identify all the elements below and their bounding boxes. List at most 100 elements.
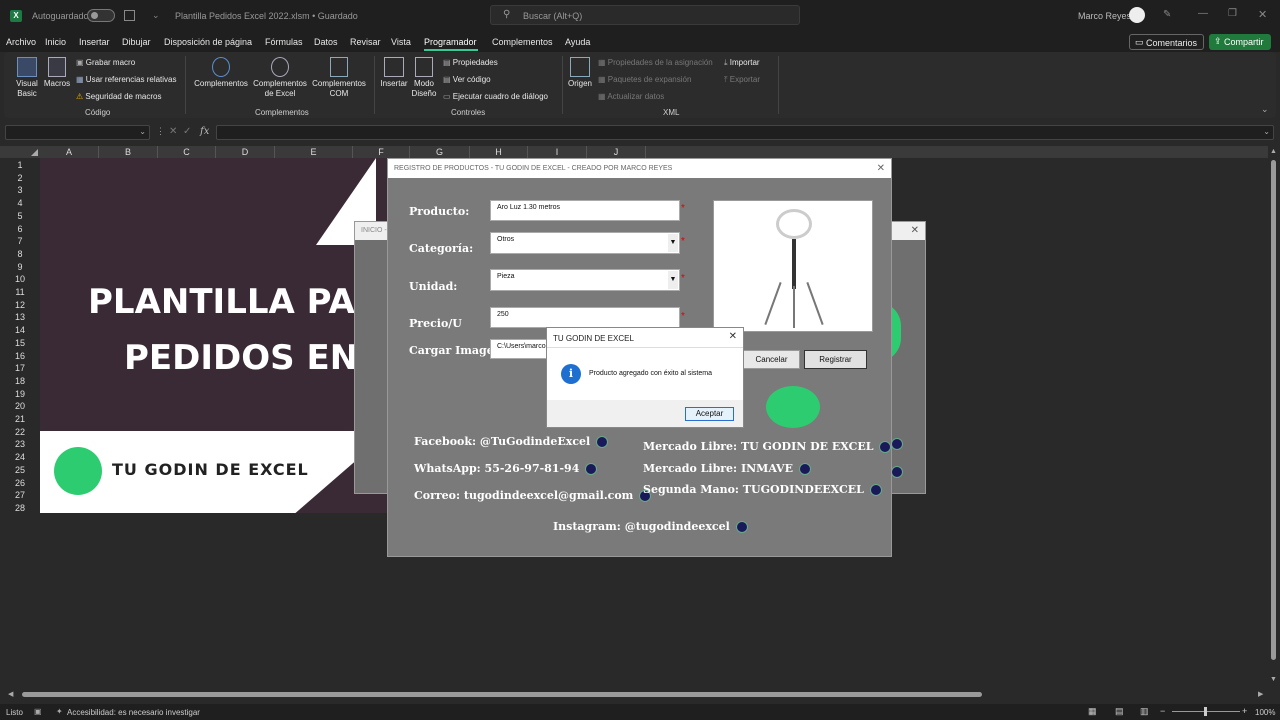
autosave-toggle[interactable] — [87, 9, 115, 22]
tab-programador[interactable]: Programador — [424, 37, 477, 47]
row-header[interactable]: 7 — [0, 235, 40, 248]
confirm-entry-icon[interactable]: ✓ — [183, 126, 191, 137]
tab-complementos[interactable]: Complementos — [492, 37, 553, 47]
scroll-right-icon[interactable]: ▶ — [1258, 690, 1263, 698]
xml-source-button[interactable]: Origen — [566, 57, 594, 89]
unidad-select[interactable]: Pieza ▼ — [490, 269, 680, 291]
row-header[interactable]: 18 — [0, 375, 40, 388]
precio-input[interactable]: 250 — [490, 307, 680, 328]
com-addins-button[interactable]: Complementos COM — [310, 57, 368, 99]
row-header[interactable]: 25 — [0, 464, 40, 477]
complementos-button[interactable]: Complementos — [192, 57, 250, 89]
column-header[interactable]: C — [158, 146, 216, 158]
row-header[interactable]: 28 — [0, 502, 40, 515]
ok-button[interactable]: Aceptar — [685, 407, 734, 421]
tab-revisar[interactable]: Revisar — [350, 37, 381, 47]
row-header[interactable]: 15 — [0, 337, 40, 350]
row-header[interactable]: 20 — [0, 400, 40, 413]
row-header[interactable]: 3 — [0, 184, 40, 197]
row-header[interactable]: 1 — [0, 159, 40, 172]
search-box[interactable]: ⚲ Buscar (Alt+Q) — [490, 5, 800, 25]
row-header[interactable]: 10 — [0, 273, 40, 286]
name-box[interactable]: ⌄ — [5, 125, 150, 140]
pen-icon[interactable]: ✎ — [1163, 9, 1171, 20]
maximize-icon[interactable]: ❐ — [1228, 8, 1237, 19]
share-button[interactable]: ⇪ Compartir — [1209, 34, 1271, 50]
categoria-select[interactable]: Otros ▼ — [490, 232, 680, 254]
function-icon[interactable]: fx — [200, 126, 209, 137]
row-header[interactable]: 9 — [0, 261, 40, 274]
row-header[interactable]: 5 — [0, 210, 40, 223]
expansion-packs-button[interactable]: ▦ Paquetes de expansión — [598, 75, 691, 84]
row-header[interactable]: 21 — [0, 413, 40, 426]
scroll-down-icon[interactable]: ▼ — [1270, 676, 1277, 683]
customize-qat-icon[interactable]: ⌄ — [152, 10, 160, 21]
run-dialog-button[interactable]: ▭ Ejecutar cuadro de diálogo — [443, 92, 548, 101]
horizontal-scrollbar[interactable]: ◀ ▶ — [0, 690, 1268, 700]
import-button[interactable]: ⤓ Importar — [724, 58, 760, 68]
form-close-icon[interactable]: ✕ — [877, 159, 885, 178]
view-code-button[interactable]: ▤ Ver código — [443, 75, 491, 84]
tab-datos[interactable]: Datos — [314, 37, 338, 47]
row-header[interactable]: 13 — [0, 311, 40, 324]
row-header[interactable]: 12 — [0, 299, 40, 312]
column-header[interactable]: E — [275, 146, 353, 158]
tab-dibujar[interactable]: Dibujar — [122, 37, 151, 47]
formula-input[interactable]: ⌄ — [216, 125, 1274, 140]
properties-button[interactable]: ▤ Propiedades — [443, 58, 498, 67]
vertical-scrollbar[interactable]: ▲ ▼ — [1268, 148, 1280, 688]
row-header[interactable]: 17 — [0, 362, 40, 375]
close-icon[interactable]: ✕ — [1258, 8, 1267, 21]
select-all-corner[interactable] — [0, 146, 40, 158]
horizontal-scroll-thumb[interactable] — [22, 692, 982, 697]
macro-record-icon[interactable]: ▣ — [34, 707, 42, 716]
cancel-button[interactable]: Cancelar — [743, 350, 800, 369]
row-header[interactable]: 14 — [0, 324, 40, 337]
accessibility-status[interactable]: Accesibilidad: es necesario investigar — [67, 708, 200, 717]
zoom-slider[interactable] — [1172, 707, 1240, 716]
row-header[interactable]: 24 — [0, 451, 40, 464]
macro-security-button[interactable]: ⚠ Seguridad de macros — [76, 92, 161, 101]
tab-formulas[interactable]: Fórmulas — [265, 37, 303, 47]
row-header[interactable]: 11 — [0, 286, 40, 299]
excel-addins-button[interactable]: Complementos de Excel — [251, 57, 309, 99]
row-header[interactable]: 8 — [0, 248, 40, 261]
row-header[interactable]: 4 — [0, 197, 40, 210]
column-header[interactable]: F — [353, 146, 410, 158]
design-mode-button[interactable]: Modo Diseño — [410, 57, 438, 99]
collapse-ribbon-icon[interactable]: ⌄ — [1261, 104, 1269, 115]
column-header[interactable]: G — [410, 146, 470, 158]
scroll-up-icon[interactable]: ▲ — [1270, 148, 1277, 155]
save-icon[interactable] — [124, 10, 135, 21]
row-header[interactable]: 6 — [0, 223, 40, 236]
row-header[interactable]: 22 — [0, 426, 40, 439]
row-header[interactable]: 26 — [0, 477, 40, 490]
relative-refs-button[interactable]: ▦ Usar referencias relativas — [76, 75, 177, 84]
row-header[interactable]: 27 — [0, 489, 40, 502]
imagen-path-input[interactable]: C:\Users\marco — [490, 339, 550, 359]
tab-inicio[interactable]: Inicio — [45, 37, 66, 47]
row-header[interactable]: 23 — [0, 438, 40, 451]
zoom-in-icon[interactable]: + — [1242, 706, 1247, 716]
tab-ayuda[interactable]: Ayuda — [565, 37, 590, 47]
producto-input[interactable]: Aro Luz 1.30 metros — [490, 200, 680, 221]
record-macro-button[interactable]: ▣ Grabar macro — [76, 58, 135, 67]
normal-view-icon[interactable]: ▦ — [1088, 706, 1097, 717]
column-header[interactable]: B — [99, 146, 158, 158]
zoom-out-icon[interactable]: − — [1160, 706, 1165, 716]
column-header[interactable]: A — [40, 146, 99, 158]
chevron-down-icon[interactable]: ▼ — [668, 234, 678, 252]
column-header[interactable]: D — [216, 146, 275, 158]
zoom-slider-thumb[interactable] — [1204, 707, 1207, 716]
tab-insertar[interactable]: Insertar — [79, 37, 110, 47]
msgbox-close-icon[interactable]: ✕ — [729, 331, 737, 342]
refresh-data-button[interactable]: ▦ Actualizar datos — [598, 92, 664, 101]
visual-basic-button[interactable]: Visual Basic — [12, 57, 42, 99]
file-name[interactable]: Plantilla Pedidos Excel 2022.xlsm • Guar… — [175, 11, 358, 21]
minimize-icon[interactable]: — — [1198, 8, 1208, 19]
cancel-entry-icon[interactable]: ✕ — [169, 126, 177, 137]
register-button[interactable]: Registrar — [804, 350, 867, 369]
row-header[interactable]: 2 — [0, 172, 40, 185]
macros-button[interactable]: Macros — [43, 57, 71, 89]
avatar[interactable] — [1129, 7, 1145, 23]
